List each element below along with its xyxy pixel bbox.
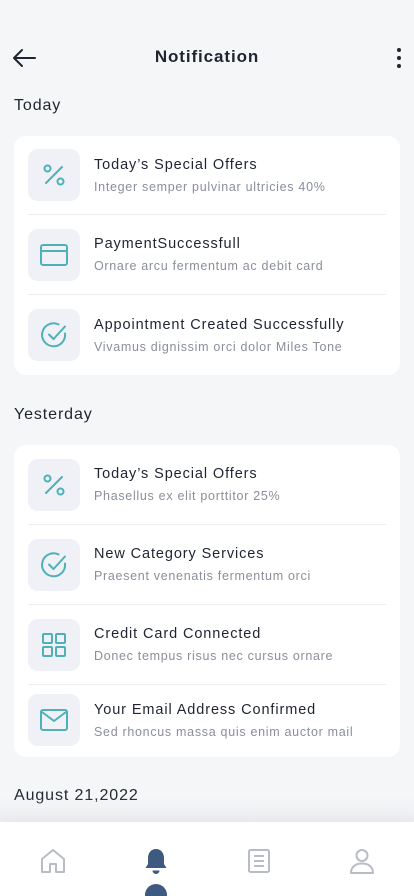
section-title-yesterday: Yesterday xyxy=(14,406,93,423)
notification-item[interactable]: New Category Services Praesent venenatis… xyxy=(28,525,386,605)
active-tab-indicator xyxy=(145,884,167,896)
notification-title: Your Email Address Confirmed xyxy=(94,701,317,718)
credit-card-icon xyxy=(40,243,68,266)
grid-icon xyxy=(42,632,66,657)
document-icon xyxy=(248,849,270,873)
check-circle-icon xyxy=(41,551,67,577)
percent-icon xyxy=(43,474,65,495)
notification-subtitle: Donec tempus risus nec cursus ornare xyxy=(94,649,334,663)
notification-item[interactable]: PaymentSuccessfull Ornare arcu fermentum… xyxy=(28,215,386,295)
nav-profile[interactable] xyxy=(347,846,377,876)
section-title-today: Today xyxy=(14,97,62,114)
notification-title: Today’s Special Offers xyxy=(94,466,258,482)
more-options-button[interactable] xyxy=(392,44,406,72)
percent-icon xyxy=(43,164,65,186)
notification-group-yesterday: Today’s Special Offers Phasellus ex elit… xyxy=(14,445,400,757)
notification-title: Appointment Created Successfully xyxy=(94,316,345,333)
page-title: Notification xyxy=(154,47,260,66)
notification-title: PaymentSuccessfull xyxy=(94,236,241,252)
nav-notifications[interactable] xyxy=(141,846,171,876)
notification-subtitle: Ornare arcu fermentum ac debit card xyxy=(94,259,324,273)
notification-subtitle: Integer semper pulvinar ultricies 40% xyxy=(94,179,326,194)
notification-subtitle: Sed rhoncus massa quis enim auctor mail xyxy=(94,724,354,739)
notification-title: New Category Services xyxy=(94,546,265,562)
notification-item[interactable]: Today’s Special Offers Integer semper pu… xyxy=(28,136,386,215)
user-icon xyxy=(350,849,374,874)
notification-item[interactable]: Your Email Address Confirmed Sed rhoncus… xyxy=(28,685,386,755)
nav-documents[interactable] xyxy=(244,846,274,876)
bell-icon xyxy=(145,849,167,874)
check-circle-icon xyxy=(41,322,67,348)
bottom-navigation xyxy=(0,822,414,896)
notification-item[interactable]: Today’s Special Offers Phasellus ex elit… xyxy=(28,445,386,525)
app-header: Notification xyxy=(0,0,414,96)
mail-icon xyxy=(40,709,68,731)
notification-item[interactable]: Credit Card Connected Donec tempus risus… xyxy=(28,605,386,685)
notification-subtitle: Phasellus ex elit porttitor 25% xyxy=(94,489,281,503)
notification-subtitle: Vivamus dignissim orci dolor Miles Tone xyxy=(94,339,343,354)
notification-subtitle: Praesent venenatis fermentum orci xyxy=(94,569,311,583)
notification-group-today: Today’s Special Offers Integer semper pu… xyxy=(14,136,400,375)
notification-title: Today’s Special Offers xyxy=(94,156,258,173)
home-icon xyxy=(41,849,65,873)
notification-item[interactable]: Appointment Created Successfully Vivamus… xyxy=(28,295,386,375)
notification-title: Credit Card Connected xyxy=(94,626,262,642)
nav-home[interactable] xyxy=(38,846,68,876)
more-vertical-icon xyxy=(397,48,401,52)
